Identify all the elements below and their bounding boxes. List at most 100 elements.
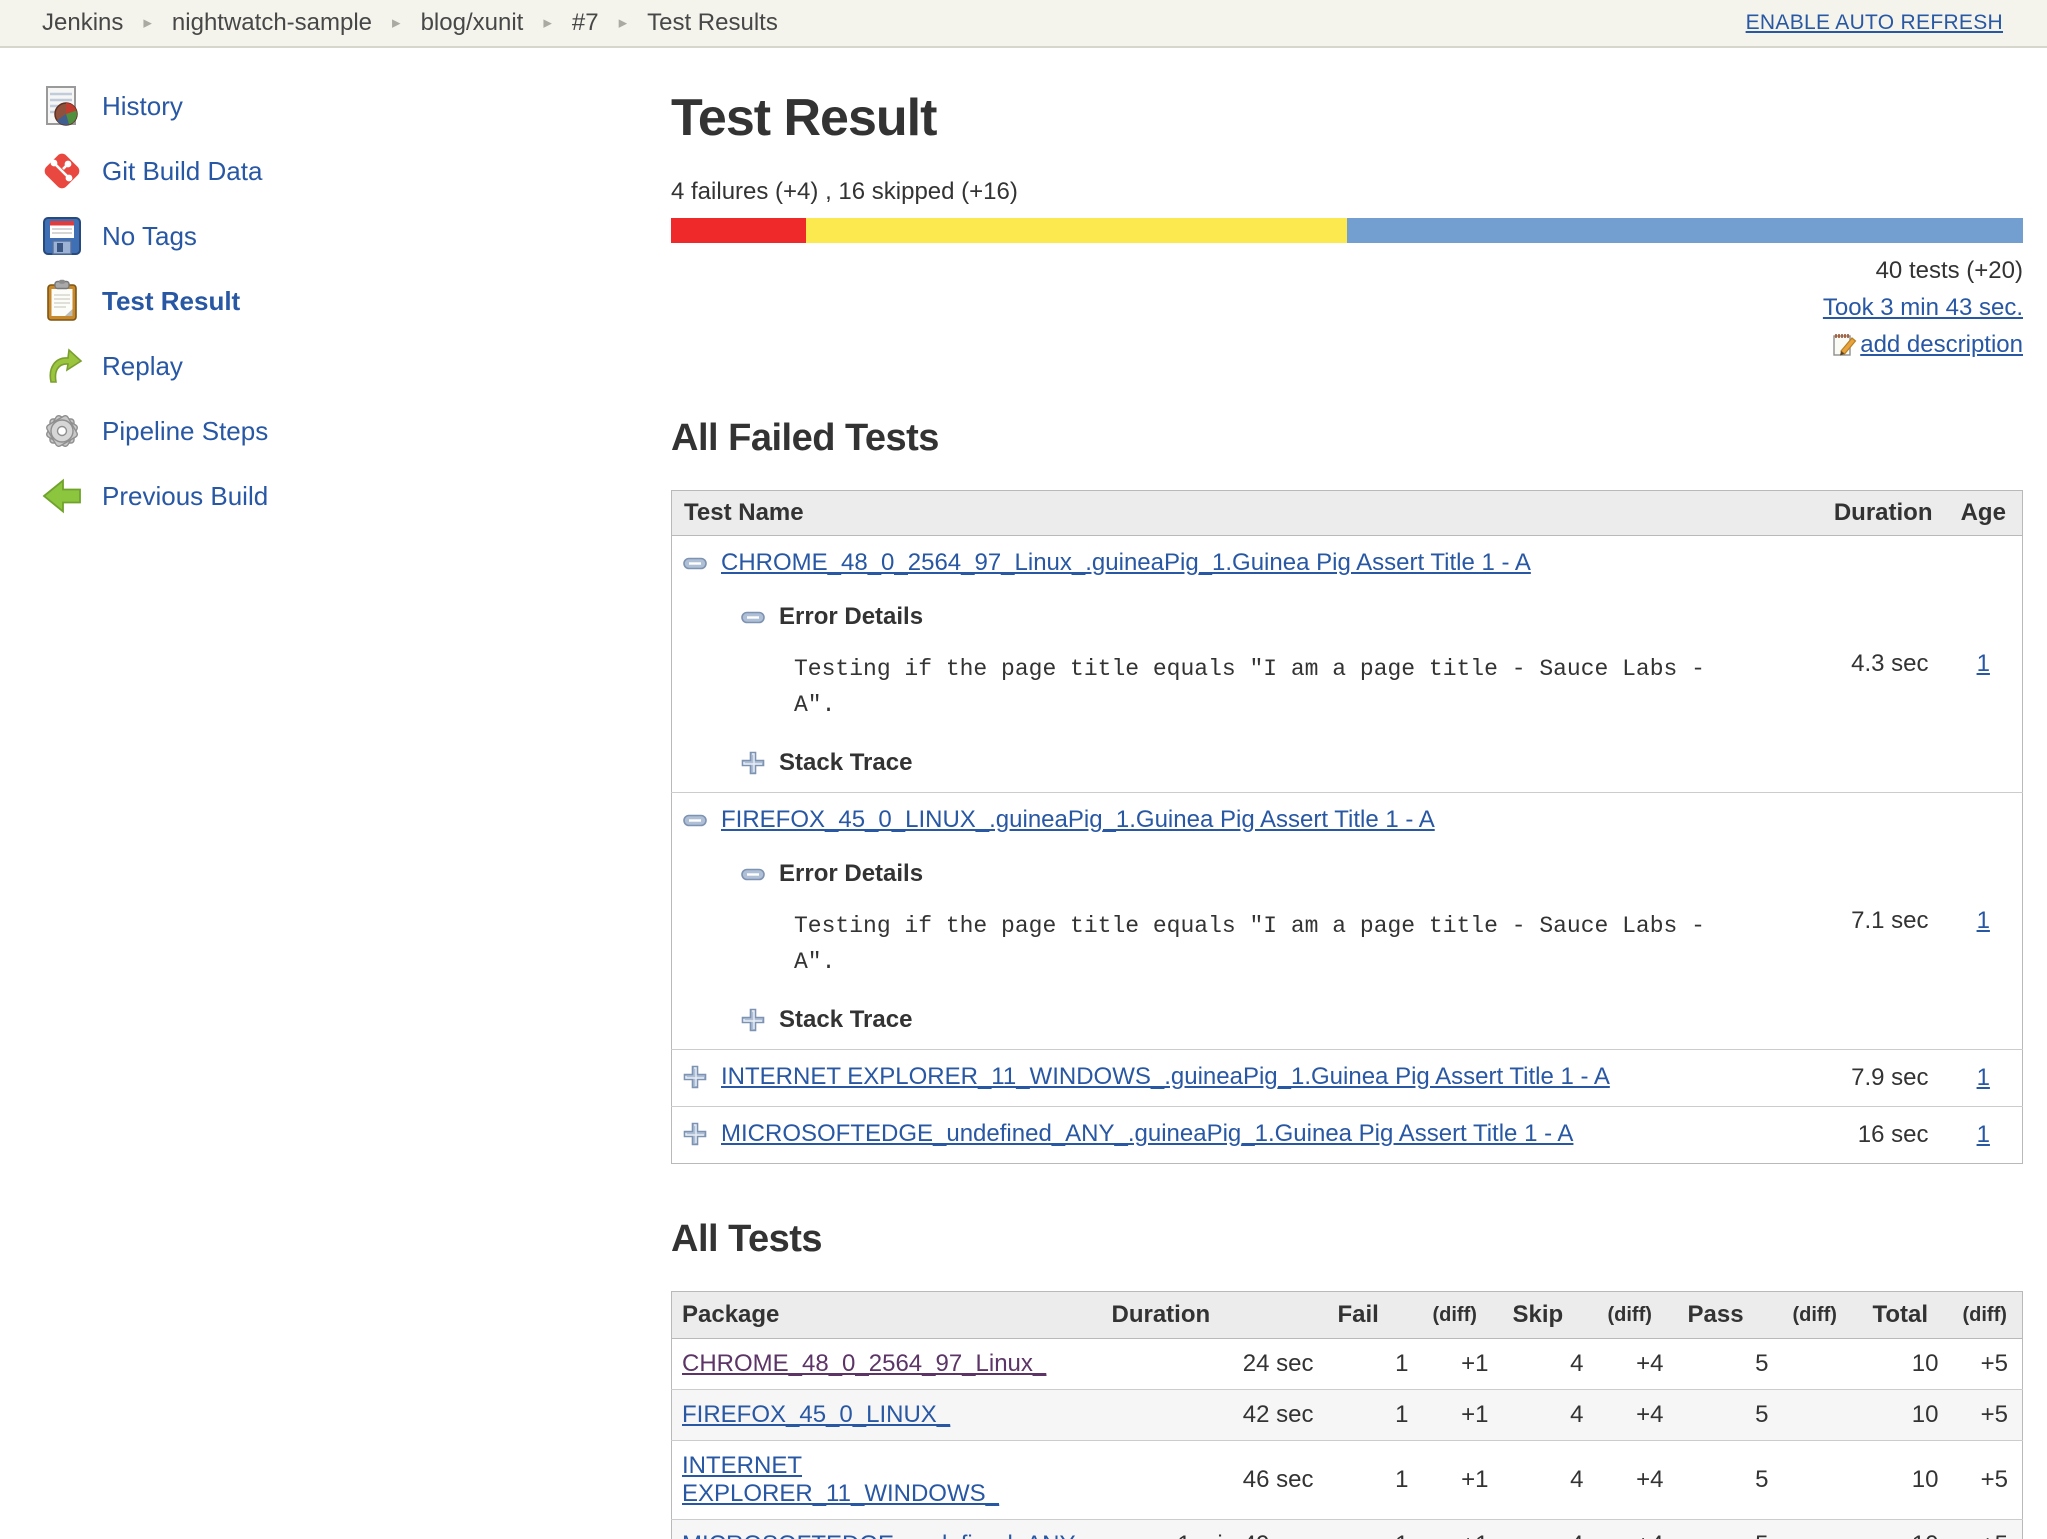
collapse-icon[interactable] bbox=[682, 807, 708, 833]
test-age-link[interactable]: 1 bbox=[1977, 1121, 1990, 1148]
package-duration: 46 sec bbox=[1101, 1440, 1328, 1520]
expand-icon bbox=[740, 750, 766, 776]
skip-diff: +4 bbox=[1597, 1440, 1678, 1520]
stack-trace-toggle[interactable]: Stack Trace bbox=[740, 749, 1795, 777]
total-count: 10 bbox=[1862, 1338, 1953, 1390]
skip-diff: +4 bbox=[1597, 1389, 1678, 1441]
failed-test-link[interactable]: MICROSOFTEDGE_undefined_ANY_.guineaPig_1… bbox=[721, 1120, 1573, 1148]
total-diff: +5 bbox=[1952, 1338, 2023, 1390]
breadcrumb-item-build[interactable]: #7 bbox=[570, 9, 601, 37]
sidebar-item-label: Previous Build bbox=[102, 480, 269, 511]
breadcrumb-item-test-results[interactable]: Test Results bbox=[645, 9, 780, 37]
fail-diff: +1 bbox=[1422, 1440, 1503, 1520]
package-duration: 42 sec bbox=[1101, 1389, 1328, 1441]
sidebar-item-label: History bbox=[102, 90, 183, 121]
breadcrumb-separator-icon: ▸ bbox=[618, 13, 628, 32]
sidebar-item-git-build-data[interactable]: Git Build Data bbox=[40, 149, 671, 193]
column-header-pass-diff: (diff) bbox=[1782, 1291, 1863, 1339]
sidebar-item-no-tags[interactable]: No Tags bbox=[40, 214, 671, 258]
pass-diff bbox=[1782, 1389, 1863, 1441]
floppy-icon bbox=[40, 214, 84, 258]
breadcrumb-item-job[interactable]: nightwatch-sample bbox=[170, 9, 374, 37]
total-count: 10 bbox=[1862, 1389, 1953, 1441]
expand-icon[interactable] bbox=[682, 1121, 708, 1147]
add-description-link[interactable]: add description bbox=[1860, 326, 2023, 363]
package-link[interactable]: INTERNET EXPLORER_11_WINDOWS_ bbox=[682, 1452, 999, 1507]
breadcrumb-separator-icon: ▸ bbox=[543, 13, 552, 32]
test-age-link[interactable]: 1 bbox=[1977, 1064, 1990, 1091]
took-duration-link[interactable]: Took 3 min 43 sec. bbox=[1823, 294, 2023, 321]
error-details-label: Error Details bbox=[779, 860, 924, 887]
total-count: 10 bbox=[1862, 1440, 1953, 1520]
expand-icon bbox=[740, 1007, 766, 1033]
bar-skipped-segment bbox=[806, 218, 1347, 243]
error-details-toggle[interactable]: Error Details bbox=[740, 860, 1795, 888]
column-header-duration: Duration bbox=[1101, 1291, 1328, 1339]
sidebar-item-pipeline-steps[interactable]: Pipeline Steps bbox=[40, 409, 671, 453]
edit-icon bbox=[1831, 331, 1858, 358]
collapse-icon[interactable] bbox=[682, 550, 708, 576]
summary-right: 40 tests (+20) Took 3 min 43 sec. add de… bbox=[671, 252, 2023, 363]
all-tests-table: Package Duration Fail (diff) Skip (diff)… bbox=[671, 1291, 2023, 1539]
total-diff: +5 bbox=[1952, 1389, 2023, 1441]
failed-test-link[interactable]: INTERNET EXPLORER_11_WINDOWS_.guineaPig_… bbox=[721, 1063, 1610, 1091]
sidebar-item-replay[interactable]: Replay bbox=[40, 344, 671, 388]
breadcrumb-item-branch[interactable]: blog/xunit bbox=[419, 9, 526, 37]
column-header-total: Total bbox=[1862, 1291, 1953, 1339]
table-row: FIREFOX_45_0_LINUX_.guineaPig_1.Guinea P… bbox=[671, 792, 2023, 1050]
breadcrumb-item-jenkins[interactable]: Jenkins bbox=[40, 9, 125, 37]
skip-count: 4 bbox=[1502, 1338, 1598, 1390]
enable-auto-refresh-link[interactable]: ENABLE AUTO REFRESH bbox=[1746, 11, 2003, 35]
column-header-age: Age bbox=[1944, 490, 2023, 536]
expand-icon[interactable] bbox=[682, 1064, 708, 1090]
collapse-icon bbox=[740, 861, 766, 887]
error-message: Testing if the page title equals "I am a… bbox=[794, 656, 1719, 718]
test-age-link[interactable]: 1 bbox=[1977, 650, 1990, 677]
total-count: 10 bbox=[1862, 1519, 1953, 1539]
package-link[interactable]: FIREFOX_45_0_LINUX_ bbox=[682, 1401, 950, 1428]
package-duration: 24 sec bbox=[1101, 1338, 1328, 1390]
skip-count: 4 bbox=[1502, 1519, 1598, 1539]
collapse-icon bbox=[740, 604, 766, 630]
stack-trace-label: Stack Trace bbox=[779, 749, 913, 776]
sidebar-item-previous-build[interactable]: Previous Build bbox=[40, 474, 671, 518]
fail-diff: +1 bbox=[1422, 1519, 1503, 1539]
test-age-link[interactable]: 1 bbox=[1977, 907, 1990, 934]
page-title: Test Result bbox=[671, 89, 937, 147]
column-header-skip: Skip bbox=[1502, 1291, 1598, 1339]
error-details-toggle[interactable]: Error Details bbox=[740, 603, 1795, 631]
breadcrumb: Jenkins ▸ nightwatch-sample ▸ blog/xunit… bbox=[40, 9, 780, 37]
pass-count: 5 bbox=[1677, 1440, 1783, 1520]
package-link[interactable]: CHROME_48_0_2564_97_Linux_ bbox=[682, 1350, 1046, 1377]
package-link[interactable]: MICROSOFTEDGE_undefined_ANY_ bbox=[682, 1531, 1089, 1539]
error-message: Testing if the page title equals "I am a… bbox=[794, 913, 1719, 975]
table-row: INTERNET EXPLORER_11_WINDOWS_ 46 sec 1 +… bbox=[671, 1440, 2023, 1520]
column-header-skip-diff: (diff) bbox=[1597, 1291, 1678, 1339]
column-header-pass: Pass bbox=[1677, 1291, 1783, 1339]
table-row: CHROME_48_0_2564_97_Linux_.guineaPig_1.G… bbox=[672, 536, 2023, 793]
breadcrumb-separator-icon: ▸ bbox=[143, 13, 152, 32]
pass-diff bbox=[1782, 1440, 1863, 1520]
sidebar-item-test-result[interactable]: Test Result bbox=[40, 279, 671, 323]
failures-summary: 4 failures (+4) , 16 skipped (+16) bbox=[671, 178, 1018, 205]
pass-count: 5 bbox=[1677, 1338, 1783, 1390]
failed-test-link[interactable]: CHROME_48_0_2564_97_Linux_.guineaPig_1.G… bbox=[721, 549, 1531, 577]
failed-test-link[interactable]: FIREFOX_45_0_LINUX_.guineaPig_1.Guinea P… bbox=[721, 806, 1435, 834]
test-result-bar bbox=[671, 218, 2023, 243]
gear-icon bbox=[40, 409, 84, 453]
sidebar-item-label: Git Build Data bbox=[102, 155, 263, 186]
sidebar-item-history[interactable]: History bbox=[40, 84, 671, 128]
pass-count: 5 bbox=[1677, 1519, 1783, 1539]
bar-passed-segment bbox=[1346, 218, 2023, 243]
skip-diff: +4 bbox=[1597, 1338, 1678, 1390]
failed-tests-table: Test Name Duration Age CHROME_48_0_2564_… bbox=[671, 490, 2023, 1164]
sidebar-item-label: Pipeline Steps bbox=[102, 415, 269, 446]
error-details-label: Error Details bbox=[779, 603, 924, 630]
clipboard-icon bbox=[40, 279, 84, 323]
replay-icon bbox=[40, 344, 84, 388]
stack-trace-toggle[interactable]: Stack Trace bbox=[740, 1006, 1795, 1034]
package-duration: 1 min 49 sec bbox=[1101, 1519, 1328, 1539]
failed-tests-heading: All Failed Tests bbox=[671, 417, 939, 459]
stack-trace-label: Stack Trace bbox=[779, 1006, 913, 1033]
test-duration: 16 sec bbox=[1804, 1106, 1945, 1164]
